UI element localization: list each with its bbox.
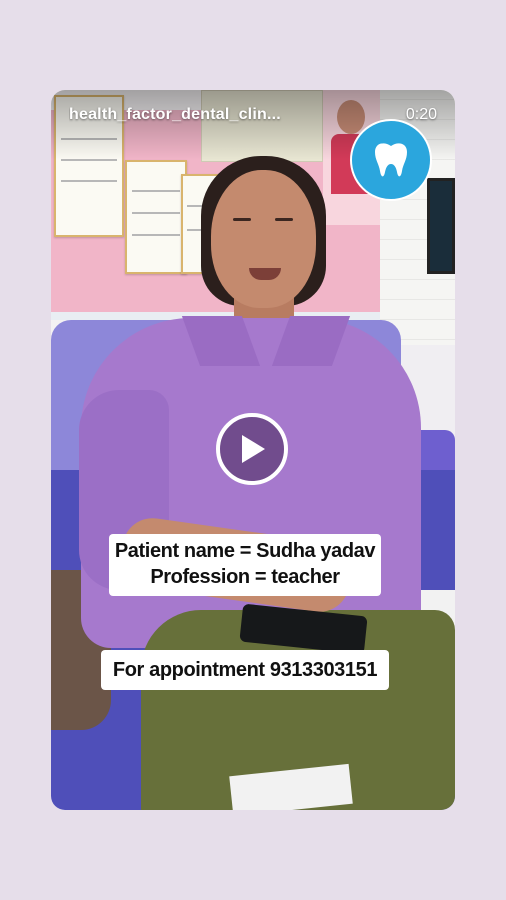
- appointment-caption: For appointment 9313303151: [101, 650, 389, 690]
- patient-info-caption: Patient name = Sudha yadav Profession = …: [109, 534, 381, 596]
- play-icon: [242, 435, 265, 463]
- person-face: [211, 170, 316, 308]
- profession-text: Profession = teacher: [150, 566, 340, 588]
- patient-name-text: Patient name = Sudha yadav: [114, 540, 376, 562]
- play-button[interactable]: [216, 413, 288, 485]
- certificate: [125, 160, 187, 274]
- video-card[interactable]: health_factor_dental_clin... 0:20 Patien…: [51, 90, 455, 810]
- tooth-icon: [375, 143, 407, 177]
- appointment-text: For appointment 9313303151: [112, 659, 378, 681]
- clinic-logo: [350, 119, 432, 201]
- wall-screen: [427, 178, 455, 274]
- video-timestamp: 0:20: [405, 106, 437, 123]
- account-name[interactable]: health_factor_dental_clin...: [69, 106, 304, 124]
